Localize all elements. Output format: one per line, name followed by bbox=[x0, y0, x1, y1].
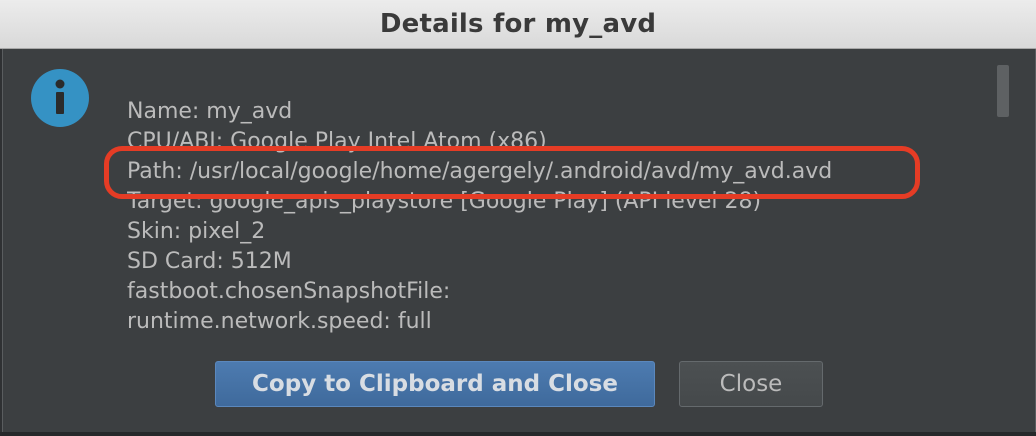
dialog-title-bar: Details for my_avd bbox=[0, 0, 1036, 49]
info-icon bbox=[31, 69, 89, 127]
detail-line-snapshot: fastboot.chosenSnapshotFile: bbox=[127, 279, 451, 304]
dialog-title: Details for my_avd bbox=[379, 9, 657, 39]
dialog-bottom-edge bbox=[0, 432, 1036, 436]
scrollbar-thumb[interactable] bbox=[997, 65, 1009, 117]
detail-line-skin: Skin: pixel_2 bbox=[127, 219, 266, 244]
vertical-scrollbar[interactable] bbox=[997, 65, 1009, 325]
detail-line-name: Name: my_avd bbox=[127, 99, 293, 124]
detail-line-sd-card: SD Card: 512M bbox=[127, 249, 292, 274]
path-highlight-annotation bbox=[104, 146, 920, 199]
avd-details-text: Name: my_avd CPU/ABI: Google Play Intel … bbox=[127, 97, 987, 339]
close-button[interactable]: Close bbox=[679, 361, 823, 407]
detail-line-network-speed: runtime.network.speed: full bbox=[127, 309, 432, 334]
copy-to-clipboard-and-close-button[interactable]: Copy to Clipboard and Close bbox=[215, 361, 655, 407]
dialog-content: Name: my_avd CPU/ABI: Google Play Intel … bbox=[2, 49, 1036, 434]
